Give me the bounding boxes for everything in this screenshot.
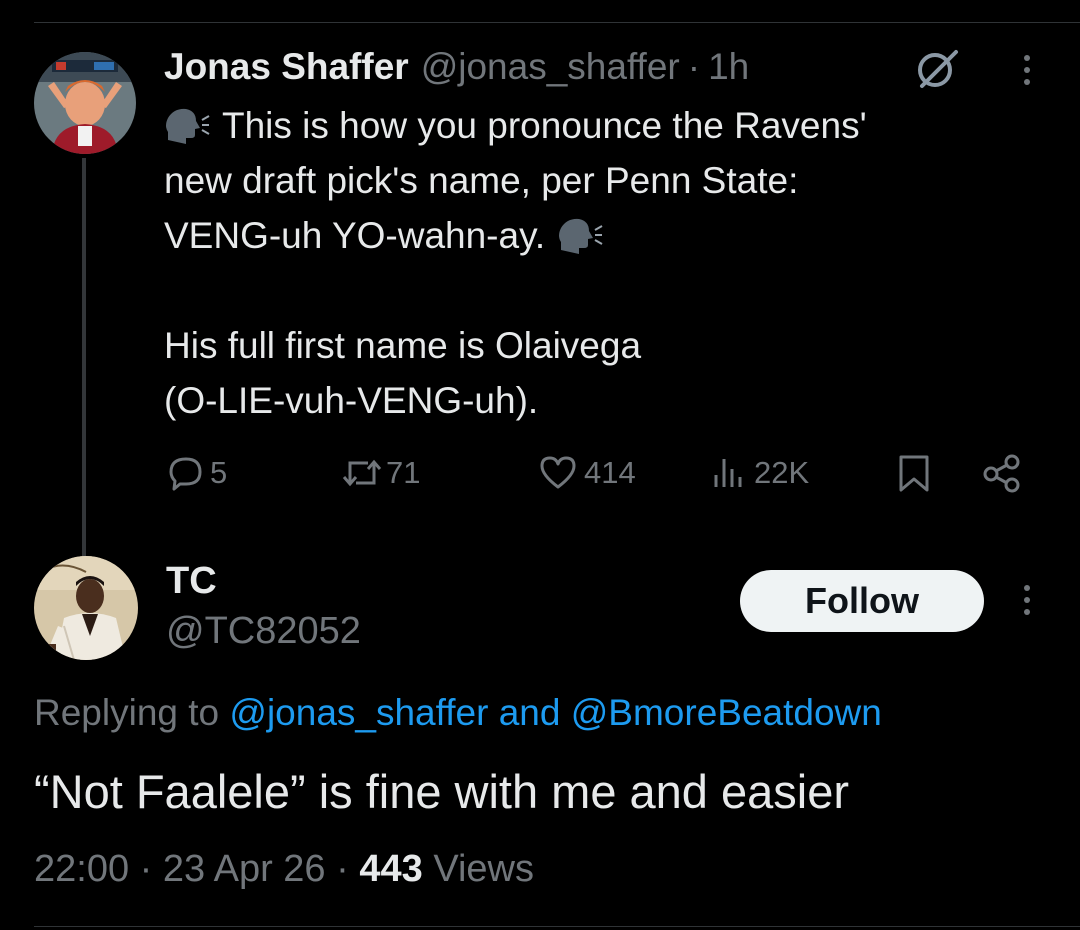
- views-count: 443: [359, 848, 423, 890]
- author-handle[interactable]: @jonas_shaffer: [421, 46, 680, 88]
- tweet-date[interactable]: 23 Apr 26: [163, 848, 326, 890]
- tweet-line: (O-LIE-vuh-VENG-uh).: [164, 373, 1044, 428]
- separator-dot: ·: [687, 46, 701, 87]
- tweet-line-text: VENG-uh YO-wahn-ay.: [164, 215, 546, 256]
- views-label: Views: [433, 848, 534, 890]
- reply-author-handle[interactable]: @TC82052: [166, 610, 361, 653]
- tweet-line-text: His full first name is Olaivega: [164, 325, 642, 366]
- share-icon: [982, 453, 1026, 493]
- views-count: 22K: [754, 455, 810, 490]
- tweet-line: This is how you pronounce the Ravens': [164, 98, 1044, 153]
- follow-button[interactable]: Follow: [740, 570, 984, 632]
- tweet-line-text: (O-LIE-vuh-VENG-uh).: [164, 380, 539, 421]
- mention-link[interactable]: @jonas_shaffer: [229, 692, 488, 733]
- grok-icon[interactable]: [912, 48, 962, 90]
- reply-icon: [166, 453, 206, 493]
- mention-link[interactable]: @BmoreBeatdown: [571, 692, 882, 733]
- parent-tweet-header: Jonas Shaffer @jonas_shaffer · 1h: [164, 44, 749, 90]
- heart-icon: [538, 453, 578, 493]
- thread-connector-line: [82, 158, 86, 566]
- like-count: 414: [584, 455, 636, 490]
- bookmark-button[interactable]: [894, 448, 934, 498]
- tweet-time[interactable]: 22:00: [34, 848, 129, 890]
- parent-tweet-body: This is how you pronounce the Ravens' ne…: [164, 98, 1044, 428]
- share-button[interactable]: [982, 448, 1026, 498]
- repost-button[interactable]: 71: [340, 448, 420, 498]
- views-icon: [710, 453, 750, 493]
- speaking-head-icon: [164, 106, 210, 146]
- top-divider: [34, 22, 1080, 23]
- repost-icon: [340, 453, 384, 493]
- speaking-head-icon: [557, 216, 603, 256]
- mention-connector: and: [498, 692, 561, 733]
- more-icon[interactable]: [1012, 50, 1042, 90]
- author-name[interactable]: Jonas Shaffer: [164, 46, 409, 88]
- avatar-jonas-shaffer[interactable]: [34, 52, 136, 154]
- tweet-meta: 22:00 · 23 Apr 26 · 443 Views: [34, 848, 534, 891]
- tweet-line-text: new draft pick's name, per Penn State:: [164, 160, 799, 201]
- reply-author-name[interactable]: TC: [166, 560, 217, 603]
- separator-dot: ·: [336, 848, 349, 890]
- bookmark-icon: [894, 453, 934, 493]
- views-button[interactable]: 22K: [710, 448, 809, 498]
- tweet-line-text: This is how you pronounce the Ravens': [222, 105, 867, 146]
- replying-to-line: Replying to @jonas_shaffer and @BmoreBea…: [34, 692, 882, 734]
- more-icon[interactable]: [1012, 580, 1042, 620]
- reply-count: 5: [210, 455, 228, 490]
- avatar-tc[interactable]: [34, 556, 138, 660]
- tweet-line: new draft pick's name, per Penn State:: [164, 153, 1044, 208]
- reply-button[interactable]: 5: [166, 448, 227, 498]
- tweet-time[interactable]: 1h: [708, 46, 749, 88]
- separator-dot: ·: [139, 848, 153, 890]
- tweet-line: His full first name is Olaivega: [164, 318, 1044, 373]
- repost-count: 71: [386, 455, 421, 490]
- tweet-line: VENG-uh YO-wahn-ay.: [164, 208, 1044, 263]
- bottom-divider: [34, 926, 1080, 927]
- reply-tweet-text: “Not Faalele” is fine with me and easier: [34, 765, 850, 818]
- like-button[interactable]: 414: [538, 448, 636, 498]
- tweet-actions-bar: 5 71 414 22K: [164, 448, 1034, 498]
- replying-prefix: Replying to: [34, 692, 220, 733]
